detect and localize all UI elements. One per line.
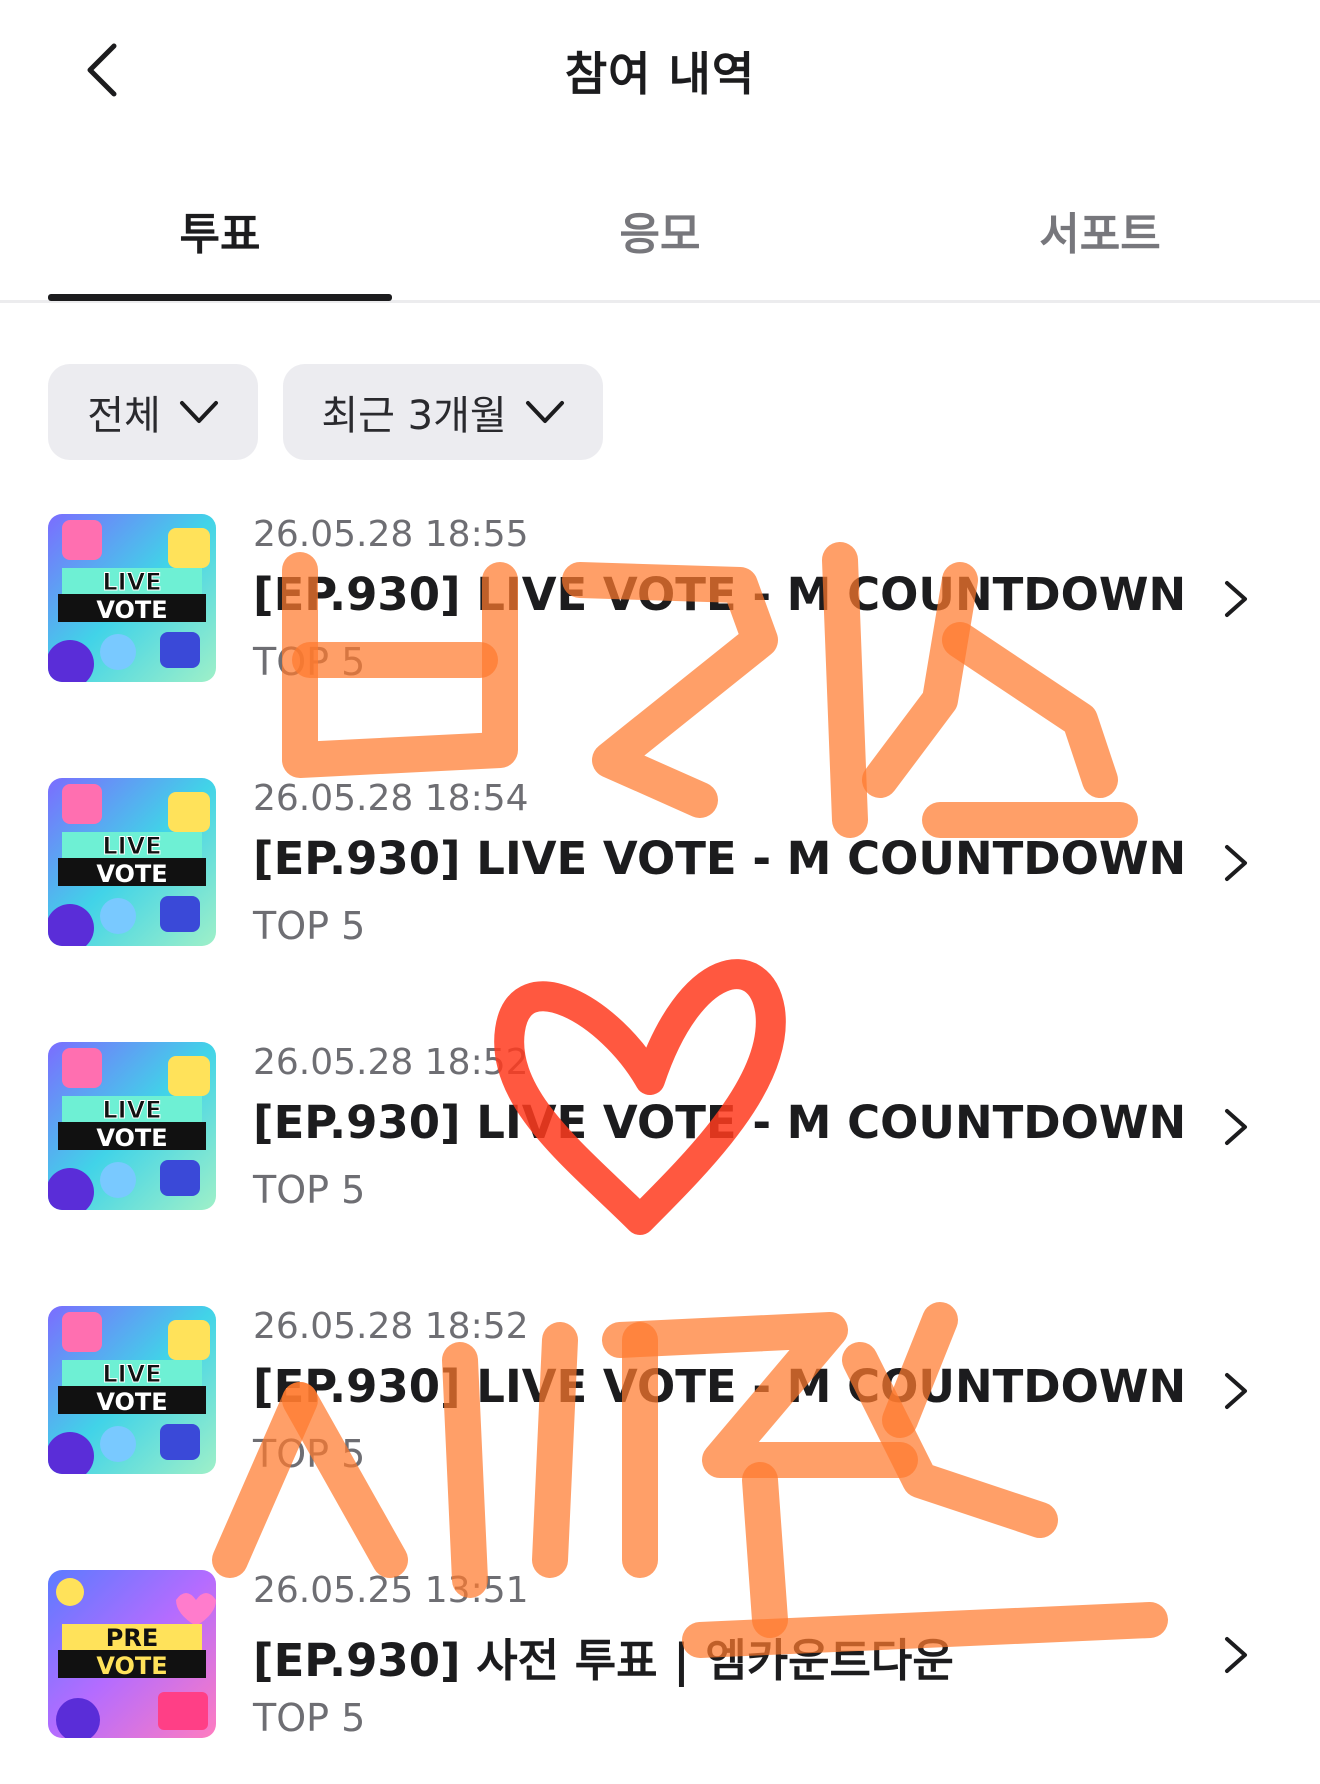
vote-subtitle: TOP 5 bbox=[253, 1168, 366, 1212]
chevron-right-icon[interactable] bbox=[1214, 574, 1258, 624]
header: 참여 내역 bbox=[0, 0, 1320, 140]
page-title: 참여 내역 bbox=[564, 47, 756, 101]
active-tab-indicator bbox=[48, 294, 392, 301]
vote-timestamp: 26.05.28 18:52 bbox=[253, 1306, 529, 1347]
thumb-line1: LIVE bbox=[102, 1360, 161, 1388]
vote-title: [EP.930] LIVE VOTE - M COUNTDOWN bbox=[253, 1096, 1187, 1149]
chevron-right-icon[interactable] bbox=[1214, 838, 1258, 888]
list-item[interactable]: LIVE VOTE 26.05.28 18:52 [EP.930] LIVE V… bbox=[0, 1042, 1320, 1306]
list-item[interactable]: LIVE VOTE 26.05.28 18:54 [EP.930] LIVE V… bbox=[0, 778, 1320, 1042]
pre-vote-thumbnail: PRE VOTE bbox=[48, 1570, 216, 1738]
list-item[interactable]: PRE VOTE 26.05.25 13:51 [EP.930] 사전 투표 |… bbox=[0, 1570, 1320, 1784]
list-item[interactable]: LIVE VOTE 26.05.28 18:55 [EP.930] LIVE V… bbox=[0, 514, 1320, 778]
thumb-line1: PRE bbox=[106, 1624, 158, 1652]
chevron-down-icon bbox=[179, 399, 219, 425]
chevron-down-icon bbox=[525, 399, 565, 425]
vote-timestamp: 26.05.25 13:51 bbox=[253, 1570, 529, 1611]
participation-history-screen: 참여 내역 투표 응모 서포트 전체 최근 3개월 LIVE VOTE 26.0… bbox=[0, 0, 1320, 1784]
chevron-right-icon[interactable] bbox=[1214, 1630, 1258, 1680]
vote-title: [EP.930] LIVE VOTE - M COUNTDOWN bbox=[253, 832, 1187, 885]
vote-title: [EP.930] 사전 투표 | 엠카운트다운 bbox=[253, 1634, 954, 1687]
live-vote-thumbnail: LIVE VOTE bbox=[48, 514, 216, 682]
category-filter-label: 전체 bbox=[87, 393, 161, 439]
tab-bar: 투표 응모 서포트 bbox=[0, 180, 1320, 303]
list-item[interactable]: LIVE VOTE 26.05.28 18:52 [EP.930] LIVE V… bbox=[0, 1306, 1320, 1570]
thumb-line2: VOTE bbox=[96, 1388, 167, 1416]
vote-subtitle: TOP 5 bbox=[253, 640, 366, 684]
period-filter-dropdown[interactable]: 최근 3개월 bbox=[283, 364, 603, 460]
vote-subtitle: TOP 5 bbox=[253, 1432, 366, 1476]
live-vote-thumbnail: LIVE VOTE bbox=[48, 778, 216, 946]
chevron-right-icon[interactable] bbox=[1214, 1102, 1258, 1152]
vote-subtitle: TOP 5 bbox=[253, 904, 366, 948]
tab-support[interactable]: 서포트 bbox=[880, 198, 1320, 262]
chevron-right-icon[interactable] bbox=[1214, 1366, 1258, 1416]
vote-timestamp: 26.05.28 18:54 bbox=[253, 778, 529, 819]
thumb-line2: VOTE bbox=[96, 860, 167, 888]
thumb-line2: VOTE bbox=[96, 1652, 167, 1680]
vote-title: [EP.930] LIVE VOTE - M COUNTDOWN bbox=[253, 1360, 1187, 1413]
live-vote-thumbnail: LIVE VOTE bbox=[48, 1306, 216, 1474]
thumb-line1: LIVE bbox=[102, 1096, 161, 1124]
period-filter-label: 최근 3개월 bbox=[321, 393, 507, 439]
live-vote-thumbnail: LIVE VOTE bbox=[48, 1042, 216, 1210]
thumb-line2: VOTE bbox=[96, 1124, 167, 1152]
vote-title: [EP.930] LIVE VOTE - M COUNTDOWN bbox=[253, 568, 1187, 621]
vote-timestamp: 26.05.28 18:52 bbox=[253, 1042, 529, 1083]
vote-subtitle: TOP 5 bbox=[253, 1696, 366, 1740]
vote-history-list: LIVE VOTE 26.05.28 18:55 [EP.930] LIVE V… bbox=[0, 514, 1320, 1784]
category-filter-dropdown[interactable]: 전체 bbox=[48, 364, 258, 460]
thumb-line1: LIVE bbox=[102, 832, 161, 860]
vote-timestamp: 26.05.28 18:55 bbox=[253, 514, 529, 555]
thumb-line1: LIVE bbox=[102, 568, 161, 596]
thumb-line2: VOTE bbox=[96, 596, 167, 624]
tab-entry[interactable]: 응모 bbox=[440, 198, 880, 262]
tab-vote[interactable]: 투표 bbox=[0, 198, 440, 262]
